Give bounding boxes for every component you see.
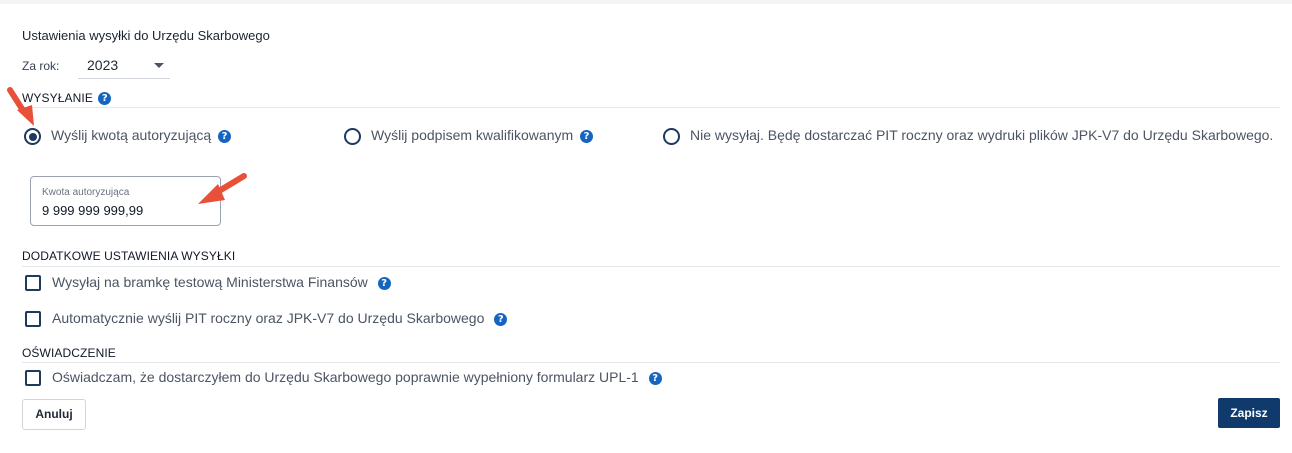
section-heading-declaration: OŚWIADCZENIE xyxy=(22,346,116,360)
radio-send-qualified-signature-label: Wyślij podpisem kwalifikowanym ? xyxy=(371,127,594,143)
question-circle-icon[interactable]: ? xyxy=(580,129,594,143)
radio-send-authorizing-amount-label: Wyślij kwotą autoryzującą ? xyxy=(51,127,232,143)
cancel-button[interactable]: Anuluj xyxy=(22,399,86,430)
year-label: Za rok: xyxy=(22,59,60,73)
authorizing-amount-label: Kwota autoryzująca xyxy=(42,187,130,198)
checkbox-test-gateway-label: Wysyłaj na bramkę testową Ministerstwa F… xyxy=(52,274,391,290)
question-circle-icon[interactable]: ? xyxy=(377,276,391,290)
year-select-value: 2023 xyxy=(87,57,119,73)
authorizing-amount-value: 9 999 999 999,99 xyxy=(42,203,144,218)
save-button[interactable]: Zapisz xyxy=(1218,398,1280,428)
checkbox-auto-send-label: Automatycznie wyślij PIT roczny oraz JPK… xyxy=(52,310,508,326)
section-divider xyxy=(22,266,1280,267)
checkbox-label: Wysyłaj na bramkę testową Ministerstwa F… xyxy=(52,274,368,290)
page-title: Ustawienia wysyłki do Urzędu Skarbowego xyxy=(22,28,270,43)
checkbox-declaration-upl1-label: Oświadczam, że dostarczyłem do Urzędu Sk… xyxy=(52,369,662,385)
question-circle-icon[interactable]: ? xyxy=(218,129,232,143)
radio-send-qualified-signature[interactable] xyxy=(344,128,361,145)
red-arrow-icon xyxy=(7,87,34,126)
radio-do-not-send-label: Nie wysyłaj. Będę dostarczać PIT roczny … xyxy=(690,127,1274,143)
checkbox-label: Oświadczam, że dostarczyłem do Urzędu Sk… xyxy=(52,369,639,385)
question-circle-icon[interactable]: ? xyxy=(648,371,662,385)
section-divider xyxy=(22,362,1280,363)
section-heading-additional: DODATKOWE USTAWIENIA WYSYŁKI xyxy=(22,249,236,263)
option-label: Wyślij kwotą autoryzującą xyxy=(51,127,212,143)
section-divider xyxy=(22,107,1280,108)
top-bar xyxy=(0,0,1292,4)
year-select[interactable]: 2023 xyxy=(78,52,170,79)
checkbox-auto-send[interactable] xyxy=(25,311,41,327)
checkbox-test-gateway[interactable] xyxy=(25,275,41,291)
checkbox-label: Automatycznie wyślij PIT roczny oraz JPK… xyxy=(52,310,485,326)
option-label: Wyślij podpisem kwalifikowanym xyxy=(371,127,574,143)
question-circle-icon[interactable]: ? xyxy=(98,92,112,106)
question-circle-icon[interactable]: ? xyxy=(494,312,508,326)
checkbox-declaration-upl1[interactable] xyxy=(25,370,41,386)
chevron-down-icon xyxy=(154,63,164,68)
radio-do-not-send[interactable] xyxy=(663,128,680,145)
red-arrow-icon xyxy=(198,173,247,204)
